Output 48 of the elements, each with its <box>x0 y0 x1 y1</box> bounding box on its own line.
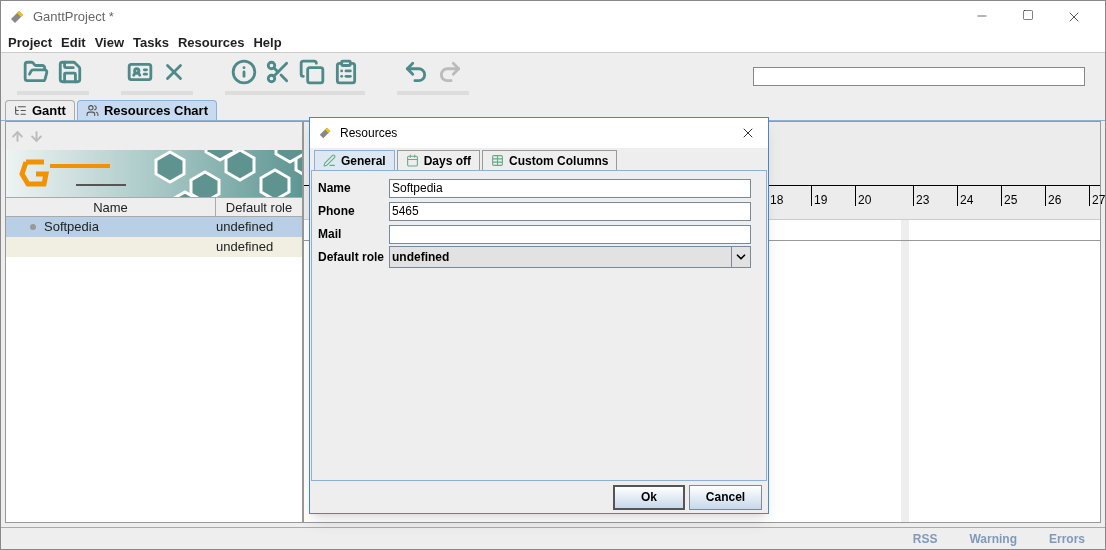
menu-item[interactable]: Help <box>250 32 285 53</box>
search-field[interactable] <box>753 66 1085 86</box>
timeline-label: 23 <box>913 185 930 206</box>
app-icon <box>9 9 25 25</box>
bullet-icon <box>30 224 36 230</box>
tab[interactable]: Days off <box>396 150 481 170</box>
table-row[interactable]: Softpedia undefined <box>6 217 302 237</box>
text-field[interactable]: Softpedia <box>389 178 751 198</box>
field-label: Mail <box>318 226 343 243</box>
copy-icon[interactable] <box>297 57 327 87</box>
table-cell-text: undefined <box>216 218 274 237</box>
timeline-label: 26 <box>1045 185 1062 206</box>
calendar-icon <box>405 154 419 167</box>
role-dropdown[interactable]: undefined <box>389 246 751 268</box>
table-cell-text: undefined <box>216 238 274 257</box>
tab[interactable]: Custom Columns <box>482 150 618 170</box>
pen-icon <box>323 154 336 167</box>
timeline-label: 20 <box>855 185 872 206</box>
dialog-button[interactable]: Cancel <box>689 484 762 510</box>
timeline-label: 24 <box>957 185 974 206</box>
menu-item[interactable]: Tasks <box>130 32 172 53</box>
column-header[interactable]: Default role <box>216 198 302 216</box>
menu-item[interactable]: Project <box>5 32 56 53</box>
info-icon[interactable] <box>229 57 259 87</box>
dialog-button[interactable]: Ok <box>613 484 685 510</box>
dialog-title: Resources <box>340 125 398 142</box>
table-icon <box>491 154 505 167</box>
field-label: Phone <box>318 203 356 220</box>
timeline-label: 27 <box>1089 185 1105 206</box>
tab[interactable]: Gantt <box>5 100 75 120</box>
people-icon <box>85 104 99 117</box>
tree-icon <box>14 104 27 117</box>
text-field[interactable] <box>389 224 751 244</box>
tab[interactable]: Resources Chart <box>76 100 217 120</box>
table-row[interactable]: undefined <box>6 237 302 257</box>
tab[interactable]: General <box>314 150 395 170</box>
field-label: Default role <box>318 249 385 266</box>
table-cell-text: Softpedia <box>44 218 99 237</box>
menu-item[interactable]: View <box>91 32 128 53</box>
menu-item[interactable]: Resources <box>174 32 248 53</box>
app-icon <box>318 126 332 140</box>
timeline-label: 25 <box>1001 185 1018 206</box>
field-label: Name <box>318 180 352 197</box>
menu-item[interactable]: Edit <box>58 32 89 53</box>
text-field[interactable]: 5465 <box>389 201 751 221</box>
column-header[interactable]: Name <box>6 198 216 216</box>
window-title: GanttProject * <box>33 8 114 27</box>
timeline-label: 19 <box>811 185 828 206</box>
